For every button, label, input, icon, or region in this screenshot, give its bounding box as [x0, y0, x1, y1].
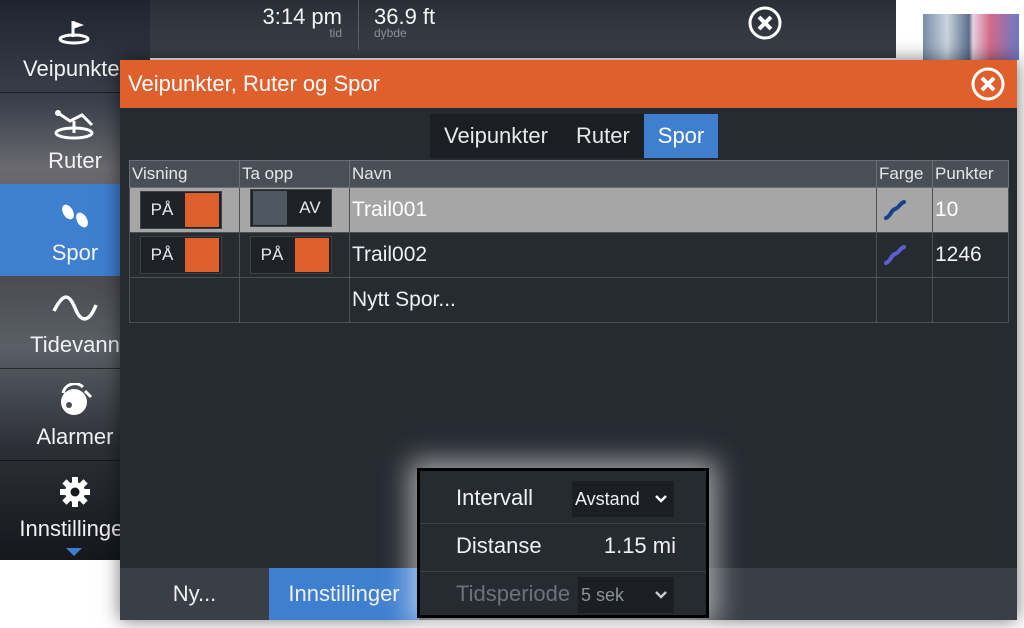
table-row[interactable]: PÅ PÅ Trail002 1246 — [129, 232, 1009, 278]
new-button[interactable]: Ny... — [120, 568, 269, 620]
time-readout: 3:14 pm tid — [258, 4, 343, 40]
interval-select[interactable]: Avstand — [572, 481, 674, 517]
alarm-bell-icon — [55, 380, 95, 420]
route-icon — [52, 104, 98, 144]
new-track-item[interactable]: Nytt Spor... — [349, 277, 877, 323]
show-toggle[interactable]: PÅ — [140, 191, 222, 229]
distance-label: Distanse — [456, 533, 542, 558]
tab-veipunkter[interactable]: Veipunkter — [430, 114, 562, 158]
toggle-label: PÅ — [150, 245, 174, 264]
period-row: Tidsperiode 5 sek — [420, 571, 706, 619]
dialog-header: Veipunkter, Ruter og Spor — [120, 60, 1017, 108]
track-color-swatch[interactable] — [883, 199, 907, 221]
tab-bar: Veipunkter Ruter Spor — [430, 114, 719, 158]
waypoint-flag-icon — [57, 12, 93, 52]
column-header-ta-opp[interactable]: Ta opp — [239, 160, 350, 188]
close-icon[interactable] — [748, 6, 782, 40]
track-points: 10 — [932, 187, 1009, 233]
column-header-farge[interactable]: Farge — [876, 160, 933, 188]
sidebar-item-label: Innstillinger — [19, 516, 131, 541]
table-row[interactable]: PÅ AV Trail001 10 — [129, 187, 1009, 233]
record-toggle[interactable]: PÅ — [250, 236, 332, 274]
sidebar-item-label: Ruter — [48, 148, 102, 173]
interval-row: Intervall Avstand — [420, 475, 706, 524]
scroll-down-arrow-icon[interactable] — [66, 548, 82, 556]
sidebar-item-label: Alarmer — [36, 424, 114, 449]
footsteps-icon — [57, 196, 93, 236]
tide-wave-icon — [51, 288, 99, 328]
depth-readout: 36.9 ft dybde — [374, 4, 435, 40]
chevron-down-icon — [648, 590, 674, 600]
tab-spor[interactable]: Spor — [643, 114, 719, 158]
period-select[interactable]: 5 sek — [578, 577, 674, 613]
table-row[interactable]: Nytt Spor... — [129, 277, 1009, 323]
column-header-navn[interactable]: Navn — [349, 160, 877, 188]
chevron-down-icon — [648, 494, 674, 504]
distance-value[interactable]: 1.15 mi — [604, 533, 676, 559]
interval-value: Avstand — [575, 488, 640, 509]
column-header-visning[interactable]: Visning — [129, 160, 240, 188]
tracks-table: Visning Ta opp Navn Farge Punkter PÅ AV … — [129, 160, 1009, 323]
track-name[interactable]: Trail002 — [349, 232, 877, 278]
tab-ruter[interactable]: Ruter — [562, 114, 644, 158]
table-header: Visning Ta opp Navn Farge Punkter — [129, 160, 1009, 188]
sidebar-item-label: Spor — [51, 240, 99, 265]
track-color-swatch[interactable] — [883, 244, 907, 266]
period-label: Tidsperiode — [456, 581, 571, 606]
distance-row[interactable]: Distanse 1.15 mi — [420, 523, 706, 572]
sidebar-item-label: Veipunkter — [23, 56, 127, 81]
track-name[interactable]: Trail001 — [349, 187, 877, 233]
toggle-label: PÅ — [260, 245, 284, 264]
column-header-punkter[interactable]: Punkter — [932, 160, 1009, 188]
interval-label: Intervall — [456, 485, 534, 510]
toggle-label: AV — [299, 198, 321, 217]
sidebar-item-label: Tidevann — [30, 332, 120, 357]
settings-button[interactable]: Innstillinger — [269, 568, 419, 620]
dialog-title: Veipunkter, Ruter og Spor — [128, 71, 380, 96]
track-settings-popup: Intervall Avstand Distanse 1.15 mi Tidsp… — [417, 468, 709, 618]
toggle-label: PÅ — [150, 200, 174, 219]
show-toggle[interactable]: PÅ — [140, 236, 222, 274]
period-value: 5 sek — [581, 584, 625, 605]
track-points: 1246 — [932, 232, 1009, 278]
close-icon[interactable] — [971, 67, 1005, 101]
pane-thumbnails[interactable] — [923, 14, 1019, 60]
gear-icon — [59, 472, 91, 512]
status-bar: 3:14 pm tid 36.9 ft dybde — [150, 0, 1019, 60]
record-toggle[interactable]: AV — [250, 189, 332, 227]
